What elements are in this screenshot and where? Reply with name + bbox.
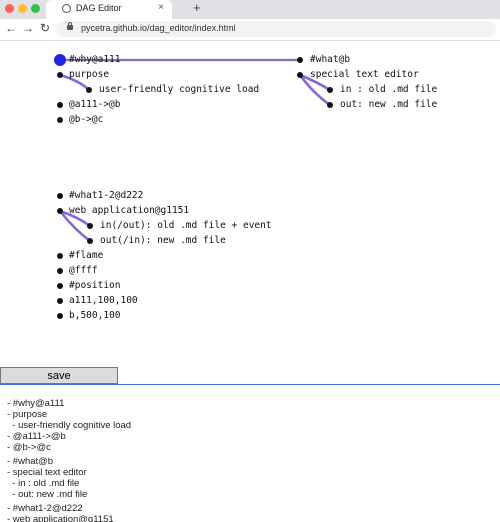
node-label[interactable]: in(/out): old .md file + event xyxy=(100,220,272,232)
browser-titlebar: DAG Editor × + xyxy=(0,0,500,19)
tab-close-icon[interactable]: × xyxy=(158,2,164,13)
node-label[interactable]: #position xyxy=(69,280,120,292)
save-button[interactable]: save xyxy=(0,367,118,384)
minimize-window-button[interactable] xyxy=(18,4,27,13)
editor-line: - #why@a111 xyxy=(7,398,65,409)
editor-line: - purpose xyxy=(7,409,48,420)
node-dot-selected[interactable] xyxy=(54,54,66,66)
node-dot[interactable] xyxy=(57,208,63,214)
editor-line: - web application@g1151 xyxy=(7,514,114,522)
node-dot[interactable] xyxy=(57,253,63,259)
editor-line: - special text editor xyxy=(7,467,87,478)
editor-line: - #what1-2@d222 xyxy=(7,503,83,514)
address-bar[interactable]: pycetra.github.io/dag_editor/index.html xyxy=(56,21,496,37)
node-dot[interactable] xyxy=(327,102,333,108)
node-label[interactable]: @ffff xyxy=(69,265,98,277)
node-label[interactable]: web application@g1151 xyxy=(69,205,189,217)
node-dot[interactable] xyxy=(57,72,63,78)
node-dot[interactable] xyxy=(57,193,63,199)
node-label[interactable]: @a111->@b xyxy=(69,99,120,111)
node-dot[interactable] xyxy=(86,87,92,93)
node-label[interactable]: #what@b xyxy=(310,54,350,66)
panel-divider xyxy=(0,384,500,385)
node-dot[interactable] xyxy=(57,283,63,289)
node-dot[interactable] xyxy=(87,223,93,229)
back-button[interactable]: ← xyxy=(5,21,17,35)
browser-navbar: ← → ↻ pycetra.github.io/dag_editor/index… xyxy=(0,19,500,41)
maximize-window-button[interactable] xyxy=(31,4,40,13)
node-dot[interactable] xyxy=(57,117,63,123)
node-label[interactable]: #flame xyxy=(69,250,103,262)
editor-line: - user-friendly cognitive load xyxy=(7,420,132,431)
browser-tab[interactable]: DAG Editor × xyxy=(46,0,172,19)
node-label[interactable]: user-friendly cognitive load xyxy=(99,84,259,96)
node-dot[interactable] xyxy=(57,268,63,274)
node-dot[interactable] xyxy=(87,238,93,244)
globe-icon xyxy=(62,4,71,13)
editor-line: - @b->@c xyxy=(7,442,51,453)
editor-line: - @a111->@b xyxy=(7,431,66,442)
node-label[interactable]: special text editor xyxy=(310,69,419,81)
node-label[interactable]: out: new .md file xyxy=(340,99,437,111)
editor-line: - in : old .md file xyxy=(7,478,80,489)
editor-line: - #what@b xyxy=(7,456,54,467)
close-window-button[interactable] xyxy=(5,4,14,13)
dag-canvas[interactable]: #why@a111 purpose user-friendly cognitiv… xyxy=(0,41,500,364)
editor-toolbar: save xyxy=(0,365,500,385)
tab-title: DAG Editor xyxy=(76,3,122,13)
node-label[interactable]: #what1-2@d222 xyxy=(69,190,143,202)
node-label[interactable]: @b->@c xyxy=(69,114,103,126)
node-dot[interactable] xyxy=(57,313,63,319)
url-text: pycetra.github.io/dag_editor/index.html xyxy=(81,23,236,33)
markdown-editor[interactable]: - #why@a111 - purpose - user-friendly co… xyxy=(0,386,500,522)
node-label[interactable]: out(/in): new .md file xyxy=(100,235,226,247)
lock-icon xyxy=(67,22,73,30)
reload-button[interactable]: ↻ xyxy=(40,21,50,35)
node-label[interactable]: purpose xyxy=(69,69,109,81)
node-dot[interactable] xyxy=(57,102,63,108)
node-label[interactable]: #why@a111 xyxy=(69,54,120,66)
node-dot[interactable] xyxy=(297,72,303,78)
editor-line: - out: new .md file xyxy=(7,489,88,500)
node-dot[interactable] xyxy=(327,87,333,93)
node-dot[interactable] xyxy=(57,298,63,304)
new-tab-button[interactable]: + xyxy=(193,0,201,15)
node-label[interactable]: in : old .md file xyxy=(340,84,437,96)
node-label[interactable]: a111,100,100 xyxy=(69,295,138,307)
forward-button[interactable]: → xyxy=(22,21,34,35)
node-dot[interactable] xyxy=(297,57,303,63)
node-label[interactable]: b,500,100 xyxy=(69,310,120,322)
